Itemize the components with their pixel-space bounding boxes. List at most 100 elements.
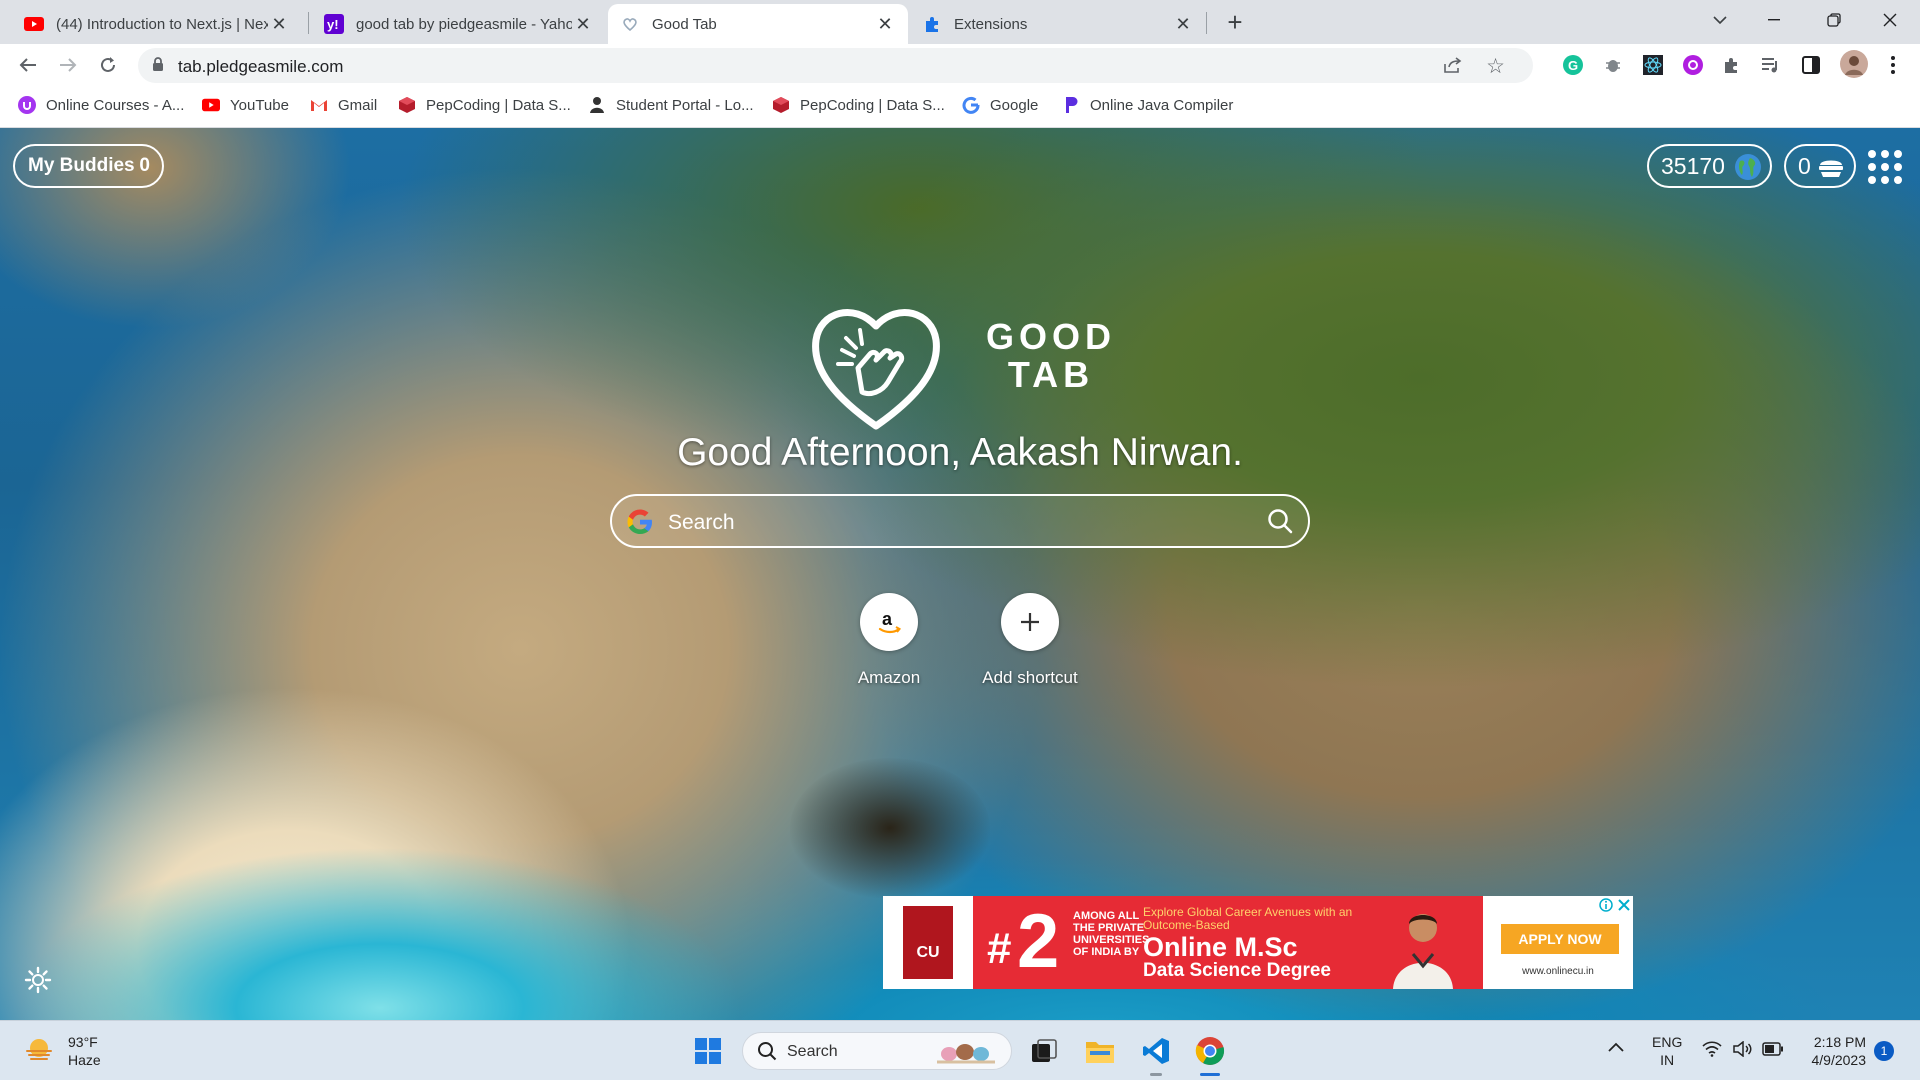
- apps-grid-icon[interactable]: [1868, 150, 1902, 184]
- forward-button[interactable]: [52, 49, 84, 81]
- bookmark-java-compiler[interactable]: Online Java Compiler: [1062, 96, 1233, 114]
- bookmark-pepcoding-2[interactable]: PepCoding | Data S...: [772, 96, 945, 114]
- add-shortcut-button[interactable]: Add shortcut: [960, 593, 1100, 688]
- buddies-count: 0: [139, 155, 150, 176]
- tab-search-button[interactable]: [1690, 0, 1750, 40]
- address-bar[interactable]: tab.pledgeasmile.com ☆: [138, 48, 1533, 83]
- tab-divider: [308, 12, 309, 34]
- bookmark-youtube[interactable]: YouTube: [202, 96, 289, 114]
- my-buddies-button[interactable]: My Buddies 0: [13, 144, 164, 188]
- share-icon[interactable]: [1443, 56, 1463, 79]
- region-code: IN: [1660, 1052, 1675, 1068]
- volume-icon[interactable]: [1732, 1040, 1752, 1062]
- ad-rank-hash: #: [987, 924, 1012, 973]
- vscode-icon[interactable]: [1138, 1033, 1174, 1069]
- minimize-button[interactable]: [1744, 0, 1804, 40]
- udemy-icon: [18, 96, 36, 114]
- google-icon: [962, 96, 980, 114]
- ad-rank-text: AMONG ALL THE PRIVATE UNIVERSITIES OF IN…: [1073, 910, 1150, 958]
- vscode-running-indicator: [1150, 1073, 1162, 1076]
- grammarly-icon[interactable]: G: [1562, 54, 1584, 76]
- pepcoding-icon: [772, 96, 790, 114]
- notification-badge[interactable]: 1: [1874, 1041, 1894, 1061]
- language-indicator[interactable]: ENG IN: [1652, 1033, 1682, 1069]
- extensions-puzzle-icon[interactable]: [1720, 54, 1742, 76]
- search-placeholder: Search: [668, 511, 735, 534]
- bookmark-star-icon[interactable]: ☆: [1486, 54, 1505, 79]
- tab-good-tab[interactable]: Good Tab ✕: [608, 4, 908, 44]
- search-input[interactable]: Search: [610, 494, 1310, 548]
- bookmark-gmail[interactable]: Gmail: [310, 96, 377, 114]
- apply-now-button[interactable]: APPLY NOW: [1501, 924, 1619, 954]
- impact-count: 35170: [1661, 152, 1725, 179]
- side-panel-icon[interactable]: [1800, 54, 1822, 76]
- bookmark-label: YouTube: [230, 96, 289, 114]
- profile-avatar[interactable]: [1840, 50, 1868, 78]
- advertisement-banner[interactable]: CU # 2 AMONG ALL THE PRIVATE UNIVERSITIE…: [883, 896, 1633, 989]
- search-highlight-icon: [933, 1040, 999, 1069]
- new-tab-button[interactable]: +: [1220, 8, 1250, 38]
- goodtab-icon: [620, 14, 640, 34]
- search-icon[interactable]: [1266, 507, 1294, 540]
- settings-gear-icon[interactable]: [24, 966, 52, 999]
- bookmark-udemy[interactable]: Online Courses - A...: [18, 96, 184, 114]
- kebab-menu-icon[interactable]: [1882, 54, 1904, 76]
- ad-choices[interactable]: [1599, 898, 1631, 912]
- wifi-icon[interactable]: [1702, 1041, 1722, 1062]
- weather-widget[interactable]: 93°F Haze: [24, 1033, 101, 1069]
- purple-extension-icon[interactable]: [1682, 54, 1704, 76]
- bookmark-label: Gmail: [338, 96, 378, 114]
- close-window-button[interactable]: [1860, 0, 1920, 40]
- close-tab-icon[interactable]: ✕: [572, 14, 594, 35]
- language-code: ENG: [1652, 1034, 1683, 1050]
- taskbar-search[interactable]: Search: [742, 1032, 1012, 1070]
- close-icon: [1883, 13, 1897, 27]
- tab-title: good tab by piedgeasmile - Yahoo: [356, 15, 572, 33]
- weather-condition: Haze: [68, 1052, 101, 1068]
- close-tab-icon[interactable]: ✕: [268, 14, 290, 35]
- battery-icon[interactable]: [1762, 1042, 1784, 1061]
- url-text[interactable]: tab.pledgeasmile.com: [178, 57, 343, 77]
- bookmark-pepcoding-1[interactable]: PepCoding | Data S...: [398, 96, 571, 114]
- tab-divider: [1206, 12, 1207, 34]
- water-bowl-icon: [1818, 155, 1844, 185]
- minimize-icon: [1768, 19, 1780, 21]
- shortcut-amazon[interactable]: a Amazon: [819, 593, 959, 688]
- chrome-running-indicator: [1200, 1073, 1220, 1076]
- chevron-up-icon[interactable]: [1608, 1039, 1624, 1057]
- file-explorer-icon[interactable]: [1082, 1033, 1118, 1069]
- reload-button[interactable]: [92, 49, 124, 81]
- tab-nextjs[interactable]: (44) Introduction to Next.js | Next ✕: [12, 4, 302, 44]
- lock-icon[interactable]: [152, 57, 164, 77]
- restore-icon: [1827, 13, 1841, 27]
- ad-site: www.onlinecu.in: [1522, 966, 1594, 977]
- tab-extensions[interactable]: Extensions ✕: [910, 4, 1206, 44]
- impact-counter-button[interactable]: 35170: [1647, 144, 1772, 188]
- close-tab-icon[interactable]: ✕: [874, 14, 896, 35]
- puzzle-icon: [922, 14, 942, 34]
- close-tab-icon[interactable]: ✕: [1172, 14, 1194, 35]
- tab-yahoo[interactable]: y! good tab by piedgeasmile - Yahoo ✕: [312, 4, 606, 44]
- bookmark-google[interactable]: Google: [962, 96, 1038, 114]
- pepcoding-icon: [398, 96, 416, 114]
- ad-close-icon: [1618, 899, 1630, 911]
- bug-extension-icon[interactable]: [1602, 54, 1624, 76]
- windows-start-icon[interactable]: [690, 1033, 726, 1069]
- react-devtools-icon[interactable]: [1642, 54, 1664, 76]
- system-clock[interactable]: 2:18 PM 4/9/2023: [1800, 1033, 1867, 1069]
- water-count: 0: [1798, 152, 1811, 179]
- bookmark-student-portal[interactable]: Student Portal - Lo...: [588, 96, 754, 114]
- cu-logo: CU: [903, 906, 953, 979]
- reload-icon: [101, 57, 115, 72]
- gmail-icon: [310, 96, 328, 114]
- task-view-icon[interactable]: [1026, 1033, 1062, 1069]
- tab-strip: (44) Introduction to Next.js | Next ✕ y!…: [0, 0, 1920, 44]
- water-counter-button[interactable]: 0: [1784, 144, 1856, 188]
- media-queue-icon[interactable]: [1760, 54, 1782, 76]
- weather-temperature: 93°F: [68, 1034, 98, 1050]
- bookmark-label: PepCoding | Data S...: [426, 96, 571, 114]
- logo-word-tab: TAB: [1007, 354, 1095, 395]
- restore-button[interactable]: [1804, 0, 1864, 40]
- chrome-icon[interactable]: [1192, 1033, 1228, 1069]
- back-button[interactable]: [12, 49, 44, 81]
